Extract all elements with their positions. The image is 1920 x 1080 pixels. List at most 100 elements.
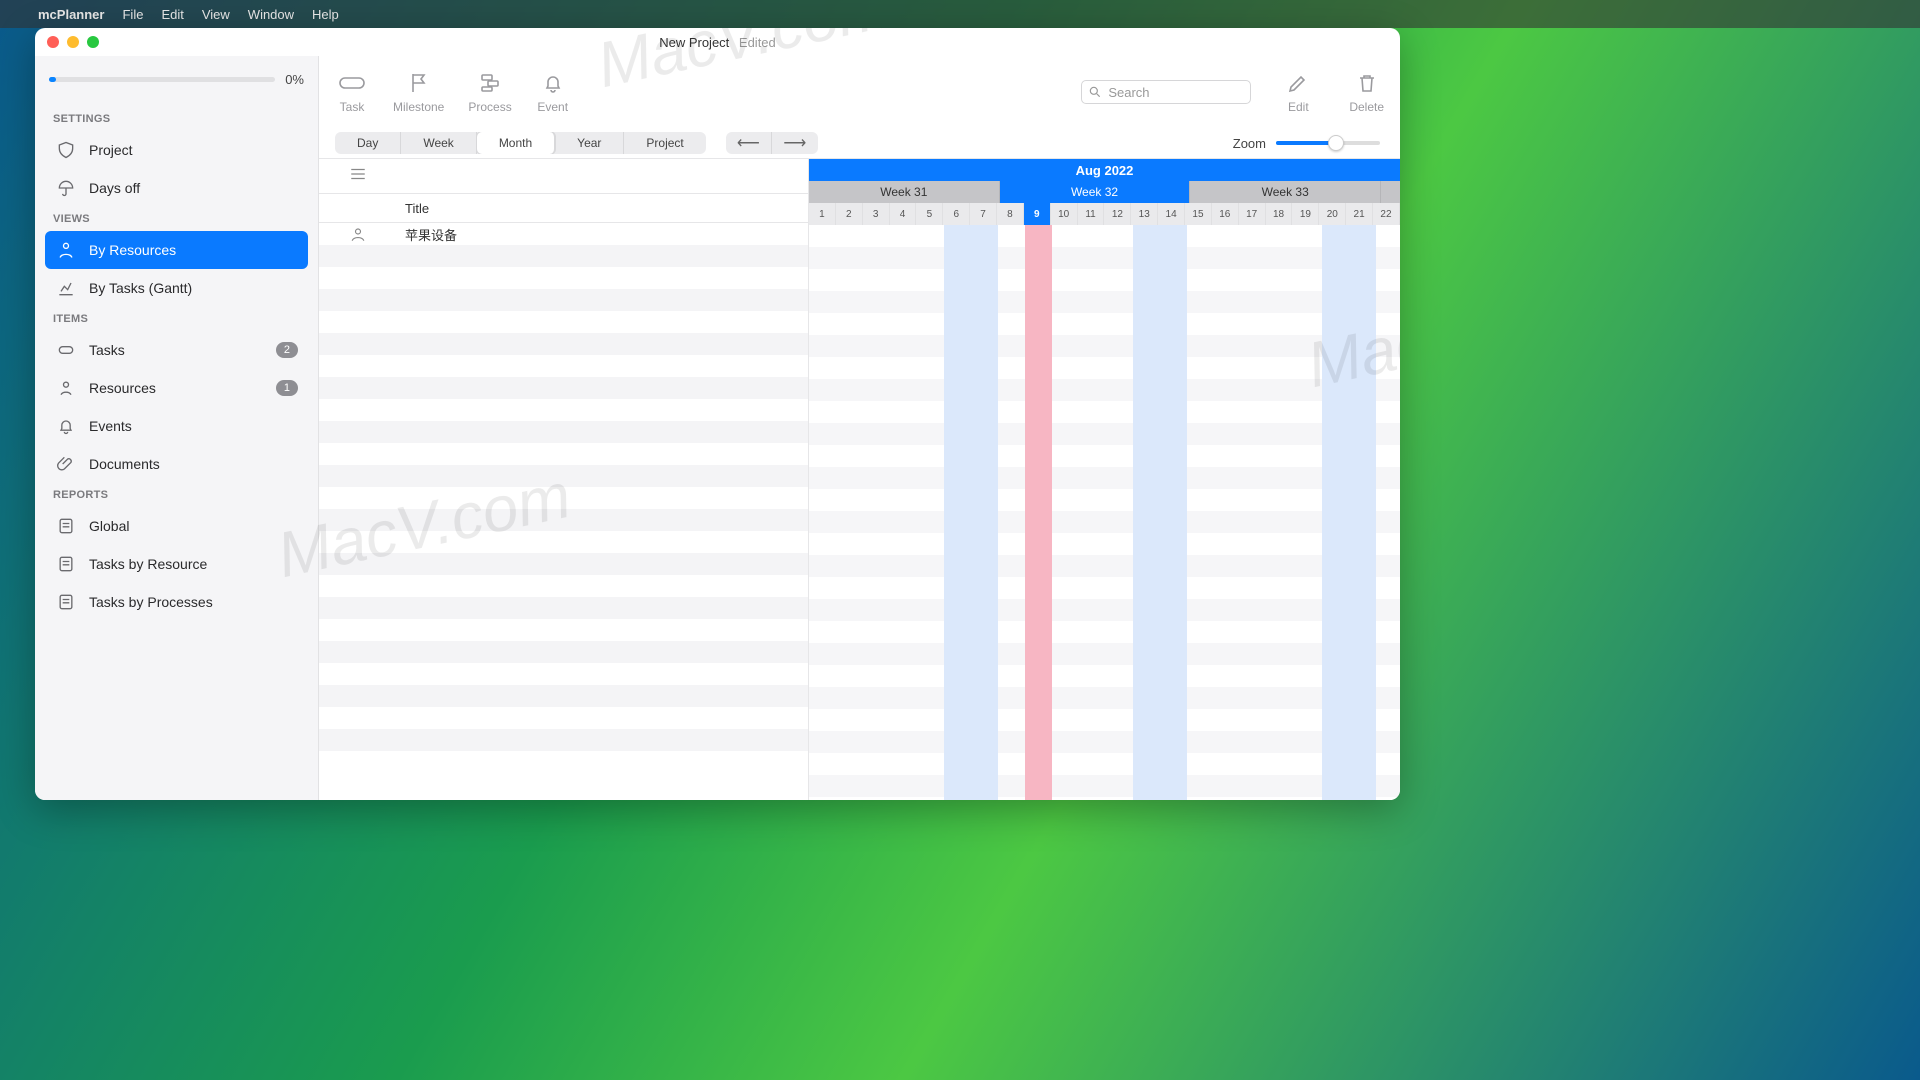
timeline-day[interactable]: 16 bbox=[1212, 203, 1239, 225]
person-icon bbox=[55, 239, 77, 261]
timeline-grid[interactable] bbox=[809, 225, 1400, 800]
timeline-day[interactable]: 19 bbox=[1292, 203, 1319, 225]
sidebar-item-events[interactable]: Events bbox=[45, 407, 308, 445]
list-row[interactable] bbox=[319, 531, 808, 553]
list-row[interactable] bbox=[319, 685, 808, 707]
sidebar-item-documents[interactable]: Documents bbox=[45, 445, 308, 483]
timeline-day[interactable]: 5 bbox=[916, 203, 943, 225]
timeline-day[interactable]: 20 bbox=[1319, 203, 1346, 225]
sidebar-item-label: Tasks by Resource bbox=[89, 556, 207, 572]
list-row[interactable] bbox=[319, 377, 808, 399]
menu-edit[interactable]: Edit bbox=[161, 7, 183, 22]
column-title[interactable]: Title bbox=[397, 201, 808, 216]
timeline-day[interactable]: 18 bbox=[1266, 203, 1293, 225]
timeline-week[interactable]: Week 31 bbox=[809, 181, 1000, 203]
list-view-icon[interactable] bbox=[349, 167, 367, 186]
list-row[interactable] bbox=[319, 443, 808, 465]
timeline-week[interactable]: Week 32 bbox=[1000, 181, 1191, 203]
delete-button[interactable]: Delete bbox=[1349, 70, 1384, 114]
new-milestone-button[interactable]: Milestone bbox=[393, 70, 444, 114]
timeline-day[interactable]: 21 bbox=[1346, 203, 1373, 225]
sidebar-item-resources[interactable]: Resources 1 bbox=[45, 369, 308, 407]
sidebar-item-by-resources[interactable]: By Resources bbox=[45, 231, 308, 269]
list-row[interactable] bbox=[319, 421, 808, 443]
resource-list-pane: Title 苹果设备 bbox=[319, 159, 809, 800]
list-row[interactable] bbox=[319, 245, 808, 267]
search-input[interactable]: Search bbox=[1081, 80, 1251, 104]
new-task-button[interactable]: Task bbox=[335, 70, 369, 114]
list-row[interactable] bbox=[319, 399, 808, 421]
list-row[interactable] bbox=[319, 487, 808, 509]
search-icon bbox=[1088, 85, 1102, 99]
list-row[interactable] bbox=[319, 509, 808, 531]
timeline-day[interactable]: 4 bbox=[890, 203, 917, 225]
flag-icon bbox=[402, 70, 436, 96]
list-row[interactable] bbox=[319, 729, 808, 751]
sidebar-item-label: Global bbox=[89, 518, 129, 534]
timescale-day[interactable]: Day bbox=[335, 132, 401, 154]
timeline-day[interactable]: 3 bbox=[863, 203, 890, 225]
timeline-day[interactable]: 7 bbox=[970, 203, 997, 225]
list-row[interactable] bbox=[319, 619, 808, 641]
list-row[interactable] bbox=[319, 289, 808, 311]
sidebar-item-tasks-by-processes[interactable]: Tasks by Processes bbox=[45, 583, 308, 621]
new-process-button[interactable]: Process bbox=[468, 70, 511, 114]
menu-file[interactable]: File bbox=[122, 7, 143, 22]
sidebar-item-global[interactable]: Global bbox=[45, 507, 308, 545]
window-title-text: New Project bbox=[659, 35, 729, 50]
list-row[interactable] bbox=[319, 641, 808, 663]
timeline-day[interactable]: 11 bbox=[1078, 203, 1105, 225]
weekend-column bbox=[1322, 225, 1376, 800]
timeline-day[interactable]: 22 bbox=[1373, 203, 1400, 225]
new-event-button[interactable]: Event bbox=[536, 70, 570, 114]
list-row[interactable]: 苹果设备 bbox=[319, 223, 808, 245]
list-row[interactable] bbox=[319, 311, 808, 333]
chart-icon bbox=[55, 277, 77, 299]
sidebar-item-by-tasks-gantt[interactable]: By Tasks (Gantt) bbox=[45, 269, 308, 307]
list-row[interactable] bbox=[319, 663, 808, 685]
list-row[interactable] bbox=[319, 575, 808, 597]
list-row[interactable] bbox=[319, 597, 808, 619]
menu-help[interactable]: Help bbox=[312, 7, 339, 22]
timeline-day[interactable]: 2 bbox=[836, 203, 863, 225]
sidebar-item-project[interactable]: Project bbox=[45, 131, 308, 169]
edit-button[interactable]: Edit bbox=[1281, 70, 1315, 114]
weekend-column bbox=[944, 225, 998, 800]
list-row[interactable] bbox=[319, 333, 808, 355]
zoom-slider[interactable] bbox=[1276, 141, 1380, 145]
timescale-year[interactable]: Year bbox=[555, 132, 624, 154]
timescale-week[interactable]: Week bbox=[401, 132, 476, 154]
timeline-day[interactable]: 9 bbox=[1024, 203, 1051, 225]
timeline-week[interactable]: Week 33 bbox=[1190, 181, 1381, 203]
timeline-day[interactable]: 14 bbox=[1158, 203, 1185, 225]
list-row[interactable] bbox=[319, 553, 808, 575]
list-row[interactable] bbox=[319, 267, 808, 289]
timescale-month[interactable]: Month bbox=[477, 132, 555, 154]
timeline-day[interactable]: 1 bbox=[809, 203, 836, 225]
timescale-segmented: Day Week Month Year Project bbox=[335, 132, 706, 154]
list-row[interactable] bbox=[319, 355, 808, 377]
timeline-day[interactable]: 12 bbox=[1104, 203, 1131, 225]
sidebar-item-tasks-by-resource[interactable]: Tasks by Resource bbox=[45, 545, 308, 583]
sidebar-item-days-off[interactable]: Days off bbox=[45, 169, 308, 207]
menu-window[interactable]: Window bbox=[248, 7, 294, 22]
timeline-day[interactable]: 17 bbox=[1239, 203, 1266, 225]
timescale-project[interactable]: Project bbox=[624, 132, 705, 154]
timeline-day[interactable]: 13 bbox=[1131, 203, 1158, 225]
timeline-weeks: Week 31Week 32Week 33 bbox=[809, 181, 1400, 203]
nav-prev-button[interactable]: ⟵ bbox=[726, 132, 772, 154]
zoom-knob[interactable] bbox=[1328, 135, 1344, 151]
nav-next-button[interactable]: ⟶ bbox=[772, 132, 818, 154]
sidebar-item-tasks[interactable]: Tasks 2 bbox=[45, 331, 308, 369]
app-name[interactable]: mcPlanner bbox=[38, 7, 104, 22]
timeline-day[interactable]: 15 bbox=[1185, 203, 1212, 225]
timeline-day[interactable]: 10 bbox=[1051, 203, 1078, 225]
timeline-day[interactable]: 6 bbox=[943, 203, 970, 225]
menu-view[interactable]: View bbox=[202, 7, 230, 22]
list-row[interactable] bbox=[319, 707, 808, 729]
sidebar-item-label: By Tasks (Gantt) bbox=[89, 280, 192, 296]
list-row[interactable] bbox=[319, 465, 808, 487]
paperclip-icon bbox=[55, 453, 77, 475]
sidebar: 0% SETTINGS Project Days off VIEWS By Re… bbox=[35, 56, 319, 800]
timeline-day[interactable]: 8 bbox=[997, 203, 1024, 225]
